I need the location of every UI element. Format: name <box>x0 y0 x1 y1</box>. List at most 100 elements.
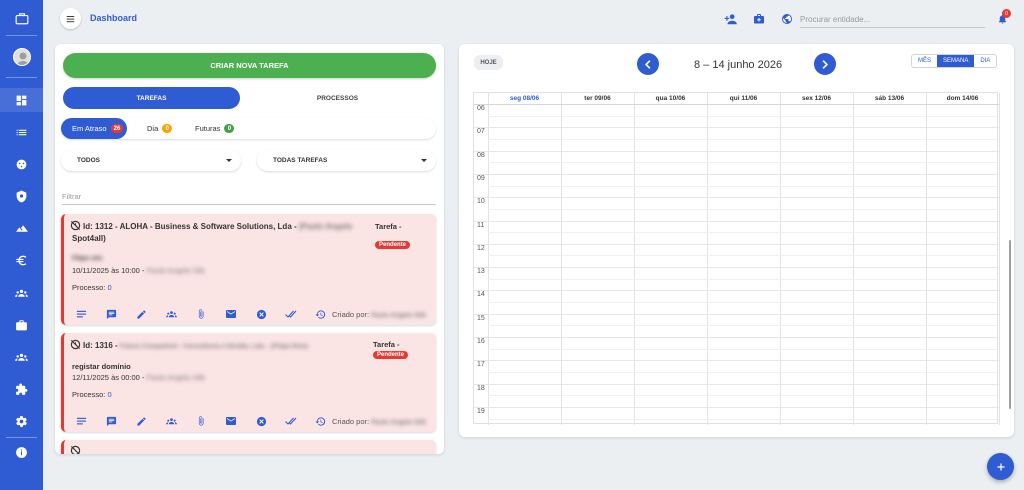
sidebar-item-finance[interactable] <box>0 248 43 272</box>
cancel-task-button[interactable] <box>254 414 268 428</box>
shield-icon <box>16 190 27 202</box>
hour-line <box>474 220 999 222</box>
half-hour-line <box>488 208 999 210</box>
prev-week-button[interactable] <box>637 53 659 75</box>
task-card[interactable]: Id: 1316 - Futuro Competivel - Consultor… <box>61 333 436 432</box>
day-header[interactable]: qua 10/06 <box>634 93 707 104</box>
task-type-dropdown[interactable]: TODAS TAREFAS <box>257 150 436 171</box>
comment-icon <box>106 416 116 426</box>
sidebar-item-groups[interactable] <box>0 345 43 369</box>
grid-column-line <box>488 93 489 425</box>
sidebar-item-chart[interactable] <box>0 216 43 240</box>
next-week-button[interactable] <box>814 53 836 75</box>
history-icon <box>314 416 325 426</box>
sidebar-item-business[interactable] <box>0 313 43 337</box>
attach-button[interactable] <box>194 414 208 428</box>
task-card[interactable]: Id: 1312 - ALOHA - Business & Software S… <box>61 214 436 325</box>
add-business-button[interactable] <box>751 11 767 27</box>
day-header[interactable]: seg 08/06 <box>488 93 561 104</box>
complete-task-button[interactable] <box>284 307 298 321</box>
sidebar-item-dashboard[interactable] <box>0 88 43 112</box>
grid-column-line <box>853 93 854 425</box>
edit-button[interactable] <box>134 307 148 321</box>
processo-link[interactable]: 0 <box>107 390 111 399</box>
chip-count-badge: 0 <box>162 124 173 133</box>
details-button[interactable] <box>74 414 88 428</box>
sidebar-item-list[interactable] <box>0 120 43 144</box>
chip-futuras[interactable]: Futuras 0 <box>195 118 235 139</box>
processo-link[interactable]: 0 <box>107 283 111 292</box>
participants-button[interactable] <box>164 414 178 428</box>
comment-button[interactable] <box>104 414 118 428</box>
globe-button[interactable] <box>779 11 795 27</box>
task-title: Id: 1312 - ALOHA - Business & Software S… <box>83 222 353 231</box>
filter-input[interactable] <box>62 189 436 205</box>
globe-icon <box>782 14 792 24</box>
grid-column-line <box>707 93 708 425</box>
tab-processos[interactable]: PROCESSOS <box>252 87 423 109</box>
task-type-label: Tarefa - Pendente <box>373 340 436 359</box>
email-button[interactable] <box>224 414 238 428</box>
create-task-button[interactable]: CRIAR NOVA TAREFA <box>63 53 436 78</box>
info-icon <box>16 446 27 458</box>
week-calendar-grid[interactable]: seg 08/06 ter 09/06 qua 10/06 qui 11/06 sex … <box>473 92 1011 425</box>
sidebar-divider <box>6 35 37 36</box>
chip-em-atraso[interactable]: Em Atraso 26 <box>61 118 127 139</box>
day-header[interactable]: ter 09/06 <box>561 93 634 104</box>
view-week-button[interactable]: SEMANA <box>937 55 975 67</box>
tab-tarefas[interactable]: TAREFAS <box>63 87 240 109</box>
task-card[interactable] <box>61 440 436 454</box>
half-hour-line <box>488 278 999 280</box>
today-button[interactable]: HOJE <box>474 55 503 70</box>
cancel-task-button[interactable] <box>254 307 268 321</box>
email-button[interactable] <box>224 307 238 321</box>
day-header[interactable]: qui 11/06 <box>707 93 780 104</box>
history-button[interactable] <box>313 307 327 321</box>
calendar-scrollbar[interactable] <box>1009 240 1011 409</box>
details-button[interactable] <box>74 307 88 321</box>
sidebar-item-settings[interactable] <box>0 409 43 433</box>
half-hour-line <box>488 418 999 420</box>
sidebar <box>0 0 43 490</box>
day-header[interactable]: sáb 13/06 <box>853 93 926 104</box>
mail-icon <box>226 417 236 425</box>
chip-dia[interactable]: Dia 0 <box>147 118 173 139</box>
people-icon <box>15 289 28 297</box>
half-hour-line <box>488 325 999 327</box>
paperclip-icon <box>198 416 204 426</box>
view-month-button[interactable]: MÊS <box>912 55 937 67</box>
day-header[interactable]: sex 12/06 <box>780 93 853 104</box>
day-header[interactable]: dom 14/06 <box>926 93 999 104</box>
pencil-icon <box>136 309 146 319</box>
status-badge: Pendente <box>375 233 411 251</box>
tasks-panel: CRIAR NOVA TAREFA TAREFAS PROCESSOS Em A… <box>55 44 444 454</box>
participants-button[interactable] <box>164 307 178 321</box>
edit-button[interactable] <box>134 414 148 428</box>
view-day-button[interactable]: DIA <box>974 55 996 67</box>
created-by: Criado por: Paulo Angelo Silk <box>332 310 426 319</box>
search-input[interactable] <box>800 11 985 28</box>
comment-button[interactable] <box>104 307 118 321</box>
hour-label: 19 <box>477 407 485 415</box>
history-button[interactable] <box>313 414 327 428</box>
calendar-panel: HOJE 8 – 14 junho 2026 MÊS SEMANA DIA se… <box>459 44 1014 437</box>
task-processo: Processo: 0 <box>72 390 112 399</box>
sidebar-item-briefcase[interactable] <box>0 6 43 30</box>
sidebar-item-people[interactable] <box>0 281 43 305</box>
sidebar-item-info[interactable] <box>0 440 43 464</box>
sidebar-item-extensions[interactable] <box>0 377 43 401</box>
attach-button[interactable] <box>194 307 208 321</box>
chip-count-badge: 0 <box>224 124 235 133</box>
calendar-range-title: 8 – 14 junho 2026 <box>694 59 783 71</box>
alarm-off-icon <box>70 339 81 350</box>
sidebar-item-support[interactable] <box>0 152 43 176</box>
complete-task-button[interactable] <box>284 414 298 428</box>
add-fab-button[interactable] <box>987 453 1014 480</box>
menu-toggle-button[interactable] <box>60 8 81 29</box>
sidebar-item-profile[interactable] <box>0 45 43 69</box>
assignee-dropdown[interactable]: TODOS <box>61 150 241 171</box>
add-user-button[interactable] <box>723 11 739 27</box>
euro-icon <box>16 255 27 265</box>
task-title: Id: 1316 - Futuro Competivel - Consultor… <box>83 341 309 350</box>
sidebar-item-security[interactable] <box>0 184 43 208</box>
